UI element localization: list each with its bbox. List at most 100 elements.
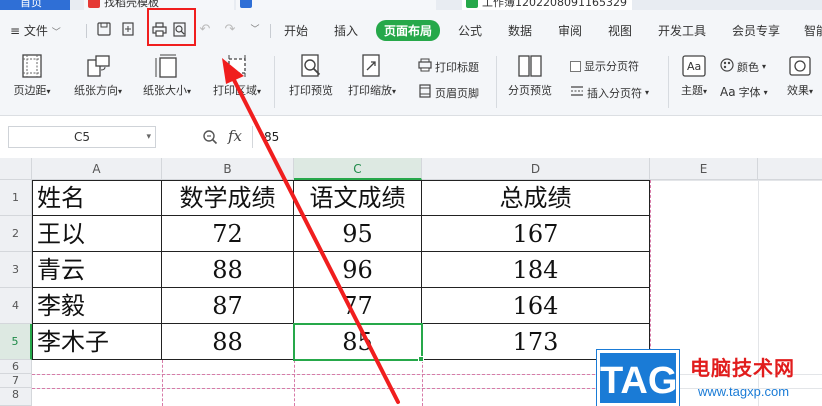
- tab-home[interactable]: 首页: [0, 0, 70, 10]
- print-titles-button[interactable]: 打印标题: [418, 58, 479, 75]
- chevron-down-icon: ▾: [391, 87, 396, 96]
- theme-button[interactable]: Aa 主题▾: [676, 54, 712, 98]
- tab-member[interactable]: 会员专享: [732, 22, 780, 39]
- row-header-3[interactable]: 3: [0, 252, 32, 288]
- cell-a3[interactable]: 青云: [33, 252, 162, 288]
- tab-workbook[interactable]: 工作簿1202208091165329: [462, 0, 632, 10]
- tab-page-layout[interactable]: 页面布局: [376, 20, 441, 41]
- page-break-line: [32, 388, 650, 389]
- separator: [668, 56, 669, 108]
- column-header-f[interactable]: [758, 158, 822, 180]
- file-menu[interactable]: ≡ 文件 ﹀: [10, 22, 61, 39]
- redo-icon[interactable]: ↷: [222, 22, 238, 38]
- chevron-down-icon: ▾: [146, 132, 151, 142]
- paper-size-icon: [154, 54, 180, 78]
- palette-icon: [720, 58, 734, 75]
- paper-size-label: 纸张大小: [142, 84, 187, 97]
- tab-formulas[interactable]: 公式: [458, 22, 482, 39]
- cell-c1[interactable]: 语文成绩: [294, 181, 422, 216]
- undo-icon[interactable]: ↶: [197, 22, 213, 38]
- formula-input[interactable]: 85: [264, 130, 279, 144]
- name-box-value: C5: [73, 130, 90, 144]
- row-header-1[interactable]: 1: [0, 180, 32, 216]
- cell-c4[interactable]: 77: [294, 288, 422, 324]
- cell-a2[interactable]: 王以: [33, 216, 162, 252]
- print-scale-button[interactable]: 打印缩放▾: [344, 54, 400, 98]
- row-header-7[interactable]: 7: [0, 374, 32, 388]
- margins-icon: [19, 54, 45, 78]
- column-header-e[interactable]: E: [650, 158, 758, 180]
- column-header-d[interactable]: D: [422, 158, 650, 180]
- chevron-down-icon: ▾: [46, 87, 51, 96]
- tab-view[interactable]: 视图: [608, 22, 632, 39]
- show-page-breaks-checkbox[interactable]: 显示分页符: [570, 58, 639, 74]
- effects-button[interactable]: 效果▾: [782, 54, 818, 98]
- quick-access-more-icon[interactable]: ﹀: [247, 22, 263, 38]
- insert-page-break-label: 插入分页符: [587, 86, 642, 100]
- file-menu-label: 文件: [23, 24, 48, 38]
- tab-smart[interactable]: 智能: [804, 22, 822, 39]
- select-all-corner[interactable]: [0, 158, 32, 180]
- watermark-site-name: 电脑技术网: [690, 356, 795, 380]
- cell-d3[interactable]: 184: [422, 252, 650, 288]
- separator: [274, 56, 275, 108]
- page-break-preview-button[interactable]: 分页预览: [504, 54, 556, 98]
- tab-insert[interactable]: 插入: [334, 22, 358, 39]
- separator: [270, 24, 271, 38]
- cell-b1[interactable]: 数学成绩: [162, 181, 294, 216]
- cell-b5[interactable]: 88: [162, 324, 294, 360]
- tab-workbook-label: 工作簿1202208091165329: [482, 0, 627, 9]
- tab-developer[interactable]: 开发工具: [658, 22, 706, 39]
- tab-data[interactable]: 数据: [508, 22, 532, 39]
- insert-page-break-button[interactable]: 插入分页符 ▾: [570, 84, 649, 101]
- cell-d2[interactable]: 167: [422, 216, 650, 252]
- colors-button[interactable]: 颜色 ▾: [720, 58, 766, 75]
- column-header-c[interactable]: C: [294, 158, 422, 180]
- spreadsheet-icon: [466, 0, 478, 8]
- header-footer-button[interactable]: 页眉页脚: [418, 84, 479, 101]
- menu-bar: ≡ 文件 ﹀ ↶ ↷ ﹀ 开始 插入 页面布局 公式 数据 审阅 视图 开发工具…: [0, 10, 822, 50]
- cell-b2[interactable]: 72: [162, 216, 294, 252]
- margins-button[interactable]: 页边距▾: [10, 54, 54, 98]
- print-scale-icon: [359, 54, 385, 78]
- fill-handle[interactable]: [418, 356, 424, 362]
- print-preview-label: 打印预览: [289, 84, 333, 97]
- fonts-button[interactable]: Aa 字体 ▾: [720, 84, 768, 100]
- function-icon[interactable]: fx: [228, 127, 242, 145]
- print-area-label: 打印区域: [212, 84, 257, 97]
- cell-a1[interactable]: 姓名: [33, 181, 162, 216]
- cell-b4[interactable]: 87: [162, 288, 294, 324]
- tab-document-2[interactable]: [236, 0, 436, 10]
- cell-d1[interactable]: 总成绩: [422, 181, 650, 216]
- export-pdf-icon[interactable]: [120, 22, 136, 38]
- print-preview-button[interactable]: 打印预览: [284, 54, 338, 98]
- tab-home-ribbon[interactable]: 开始: [284, 22, 308, 39]
- orientation-button[interactable]: 纸张方向▾: [68, 54, 128, 98]
- row-header-4[interactable]: 4: [0, 288, 32, 324]
- save-icon[interactable]: [96, 22, 112, 38]
- row-header-5[interactable]: 5: [0, 324, 32, 360]
- cell-a4[interactable]: 李毅: [33, 288, 162, 324]
- column-header-b[interactable]: B: [162, 158, 294, 180]
- zoom-search-icon[interactable]: [202, 129, 218, 149]
- column-header-a[interactable]: A: [32, 158, 162, 180]
- fonts-icon: Aa: [720, 85, 736, 99]
- row-header-6[interactable]: 6: [0, 360, 32, 374]
- tab-review[interactable]: 审阅: [558, 22, 582, 39]
- print-area-button[interactable]: 打印区域▾: [206, 54, 268, 98]
- cell-c3[interactable]: 96: [294, 252, 422, 288]
- chevron-down-icon: ﹀: [51, 28, 61, 38]
- row-header-2[interactable]: 2: [0, 216, 32, 252]
- cell-c2[interactable]: 95: [294, 216, 422, 252]
- paper-size-button[interactable]: 纸张大小▾: [136, 54, 198, 98]
- separator: [86, 24, 87, 38]
- cell-a5[interactable]: 李木子: [33, 324, 162, 360]
- chevron-down-icon: ▾: [762, 62, 767, 71]
- name-box[interactable]: C5 ▾: [8, 126, 156, 148]
- row-header-8[interactable]: 8: [0, 388, 32, 406]
- svg-text:Aa: Aa: [687, 60, 701, 73]
- tab-home-label: 首页: [20, 0, 42, 9]
- cell-b3[interactable]: 88: [162, 252, 294, 288]
- cell-d4[interactable]: 164: [422, 288, 650, 324]
- chevron-down-icon: ▾: [256, 87, 261, 96]
